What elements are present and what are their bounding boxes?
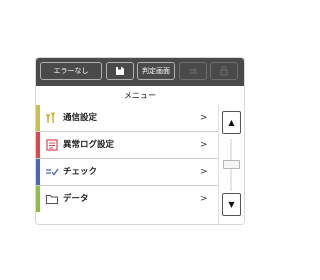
menu-color-stripe xyxy=(36,186,40,212)
menu-color-stripe xyxy=(36,132,40,158)
check-lines-icon xyxy=(46,168,59,176)
chevron-right-icon: > xyxy=(200,194,208,204)
save-button[interactable] xyxy=(106,62,134,80)
menu-item-label: 通信設定 xyxy=(63,113,98,123)
chevron-right-icon: > xyxy=(200,113,208,123)
menu-color-stripe xyxy=(36,159,40,185)
menu-item-label: 異常ログ設定 xyxy=(63,140,115,150)
save-icon xyxy=(116,67,124,75)
menu-item-error-log-settings[interactable]: 異常ログ設定 > xyxy=(36,132,218,158)
scroll-thumb[interactable] xyxy=(223,160,240,169)
arrow-down-icon: ▼ xyxy=(228,200,235,209)
folder-icon xyxy=(45,194,59,205)
chevron-right-icon: > xyxy=(200,167,208,177)
judgment-screen-button[interactable]: 判定画面 xyxy=(137,62,175,80)
error-status-button[interactable]: エラーなし xyxy=(40,62,102,80)
scrollbar: ▲ ▼ xyxy=(218,105,244,224)
menu-item-label: データ xyxy=(63,194,89,204)
menu-item-check[interactable]: チェック > xyxy=(36,159,218,185)
lock-button[interactable] xyxy=(210,62,238,80)
scroll-down-button[interactable]: ▼ xyxy=(222,193,241,216)
top-toolbar: エラーなし 判定画面 xyxy=(36,58,244,86)
page-title-text: メニュー xyxy=(124,91,156,100)
log-document-icon xyxy=(46,139,58,151)
menu-color-stripe xyxy=(36,105,40,131)
device-screen: エラーなし 判定画面 メニュー 通信設定 > 異常ログ設定 > チェック > デ… xyxy=(36,58,244,224)
scroll-up-button[interactable]: ▲ xyxy=(222,111,241,134)
menu-item-communication-settings[interactable]: 通信設定 > xyxy=(36,105,218,131)
lock-icon xyxy=(220,66,228,76)
menu-list: 通信設定 > 異常ログ設定 > チェック > データ > xyxy=(36,105,218,224)
judgment-screen-label: 判定画面 xyxy=(142,67,170,75)
chevron-right-icon: > xyxy=(200,140,208,150)
menu-item-label: チェック xyxy=(63,167,98,177)
arrow-up-icon: ▲ xyxy=(228,118,235,127)
page-title: メニュー xyxy=(36,86,244,105)
antenna-signal-icon xyxy=(45,112,56,123)
transfer-icon xyxy=(189,67,197,74)
error-status-label: エラーなし xyxy=(53,67,89,75)
menu-item-data[interactable]: データ > xyxy=(36,186,218,212)
transfer-button[interactable] xyxy=(179,62,207,80)
